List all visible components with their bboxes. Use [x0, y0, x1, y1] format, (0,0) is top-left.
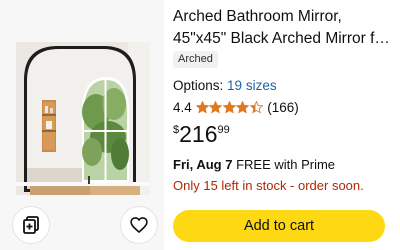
rating-value: 4.4 — [173, 99, 192, 115]
options-link[interactable]: 19 sizes — [227, 78, 277, 93]
product-details: Arched Bathroom Mirror, 45"x45" Black Ar… — [173, 0, 393, 250]
rating-row[interactable]: 4.4 (166) — [173, 98, 299, 116]
review-count[interactable]: (166) — [267, 100, 299, 115]
star-rating[interactable] — [195, 100, 264, 114]
options-row: Options: 19 sizes — [173, 77, 277, 95]
compare-icon — [23, 216, 39, 234]
delivery-date: Fri, Aug 7 — [173, 157, 233, 172]
compare-button[interactable] — [12, 206, 50, 244]
product-card[interactable]: Arched Bathroom Mirror, 45"x45" Black Ar… — [0, 0, 400, 250]
star-icon — [195, 100, 209, 114]
product-title[interactable]: Arched Bathroom Mirror, 45"x45" Black Ar… — [173, 6, 393, 50]
style-badge: Arched — [173, 51, 218, 68]
star-icon — [236, 100, 250, 114]
delivery-text: FREE with Prime — [232, 157, 336, 172]
add-to-cart-button[interactable]: Add to cart — [173, 210, 385, 242]
star-icon — [249, 100, 263, 114]
stock-status: Only 15 left in stock - order soon. — [173, 178, 364, 193]
star-icon — [209, 100, 223, 114]
delivery-info: Fri, Aug 7 FREE with Prime — [173, 156, 335, 174]
heart-icon — [130, 217, 148, 234]
price: $ 216 99 — [173, 121, 230, 147]
options-label: Options: — [173, 78, 224, 93]
star-icon — [222, 100, 236, 114]
product-title-line-2[interactable]: 45"x45" Black Arched Mirror f… — [173, 28, 393, 50]
wishlist-button[interactable] — [120, 206, 158, 244]
product-image-column — [0, 0, 164, 250]
price-fraction: 99 — [217, 124, 230, 136]
product-image[interactable] — [16, 42, 150, 195]
price-whole: 216 — [179, 121, 218, 147]
product-title-line-1[interactable]: Arched Bathroom Mirror, — [173, 6, 393, 28]
